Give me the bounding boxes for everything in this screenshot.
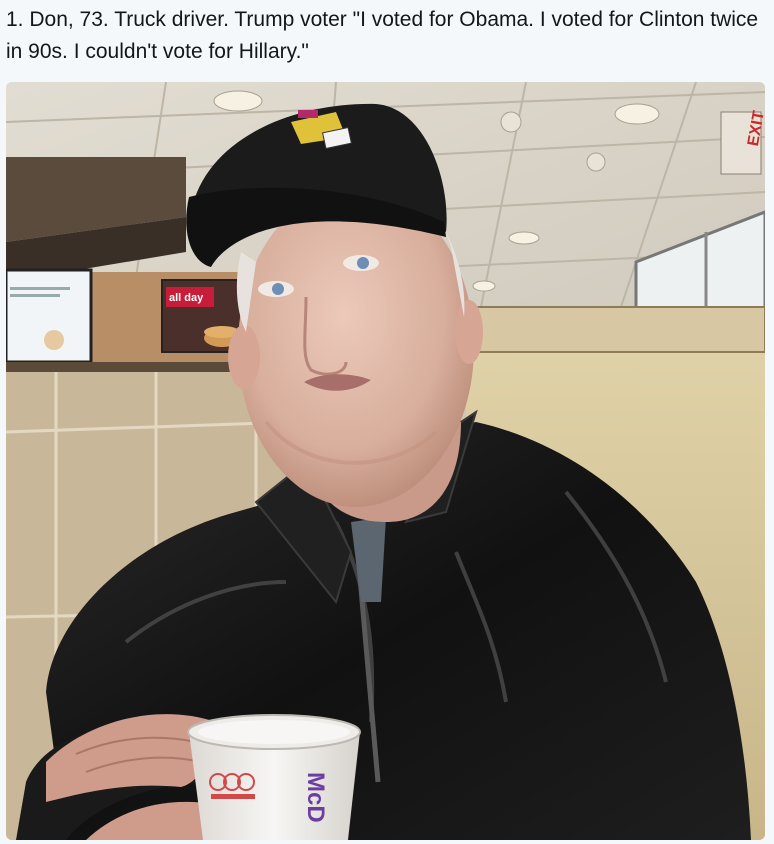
menu-screen: [6, 268, 93, 364]
tweet-text: 1. Don, 73. Truck driver. Trump voter "I…: [6, 8, 759, 63]
svg-text:all day: all day: [169, 292, 204, 304]
exit-sign: EXIT: [720, 109, 765, 175]
svg-text:McD: McD: [302, 772, 329, 823]
tweet-photo[interactable]: EXIT all day McD: [6, 82, 765, 840]
all-day-poster: all day: [161, 279, 243, 353]
coffee-cup: McD: [187, 714, 361, 840]
photo-illustration: EXIT all day McD: [6, 82, 765, 840]
